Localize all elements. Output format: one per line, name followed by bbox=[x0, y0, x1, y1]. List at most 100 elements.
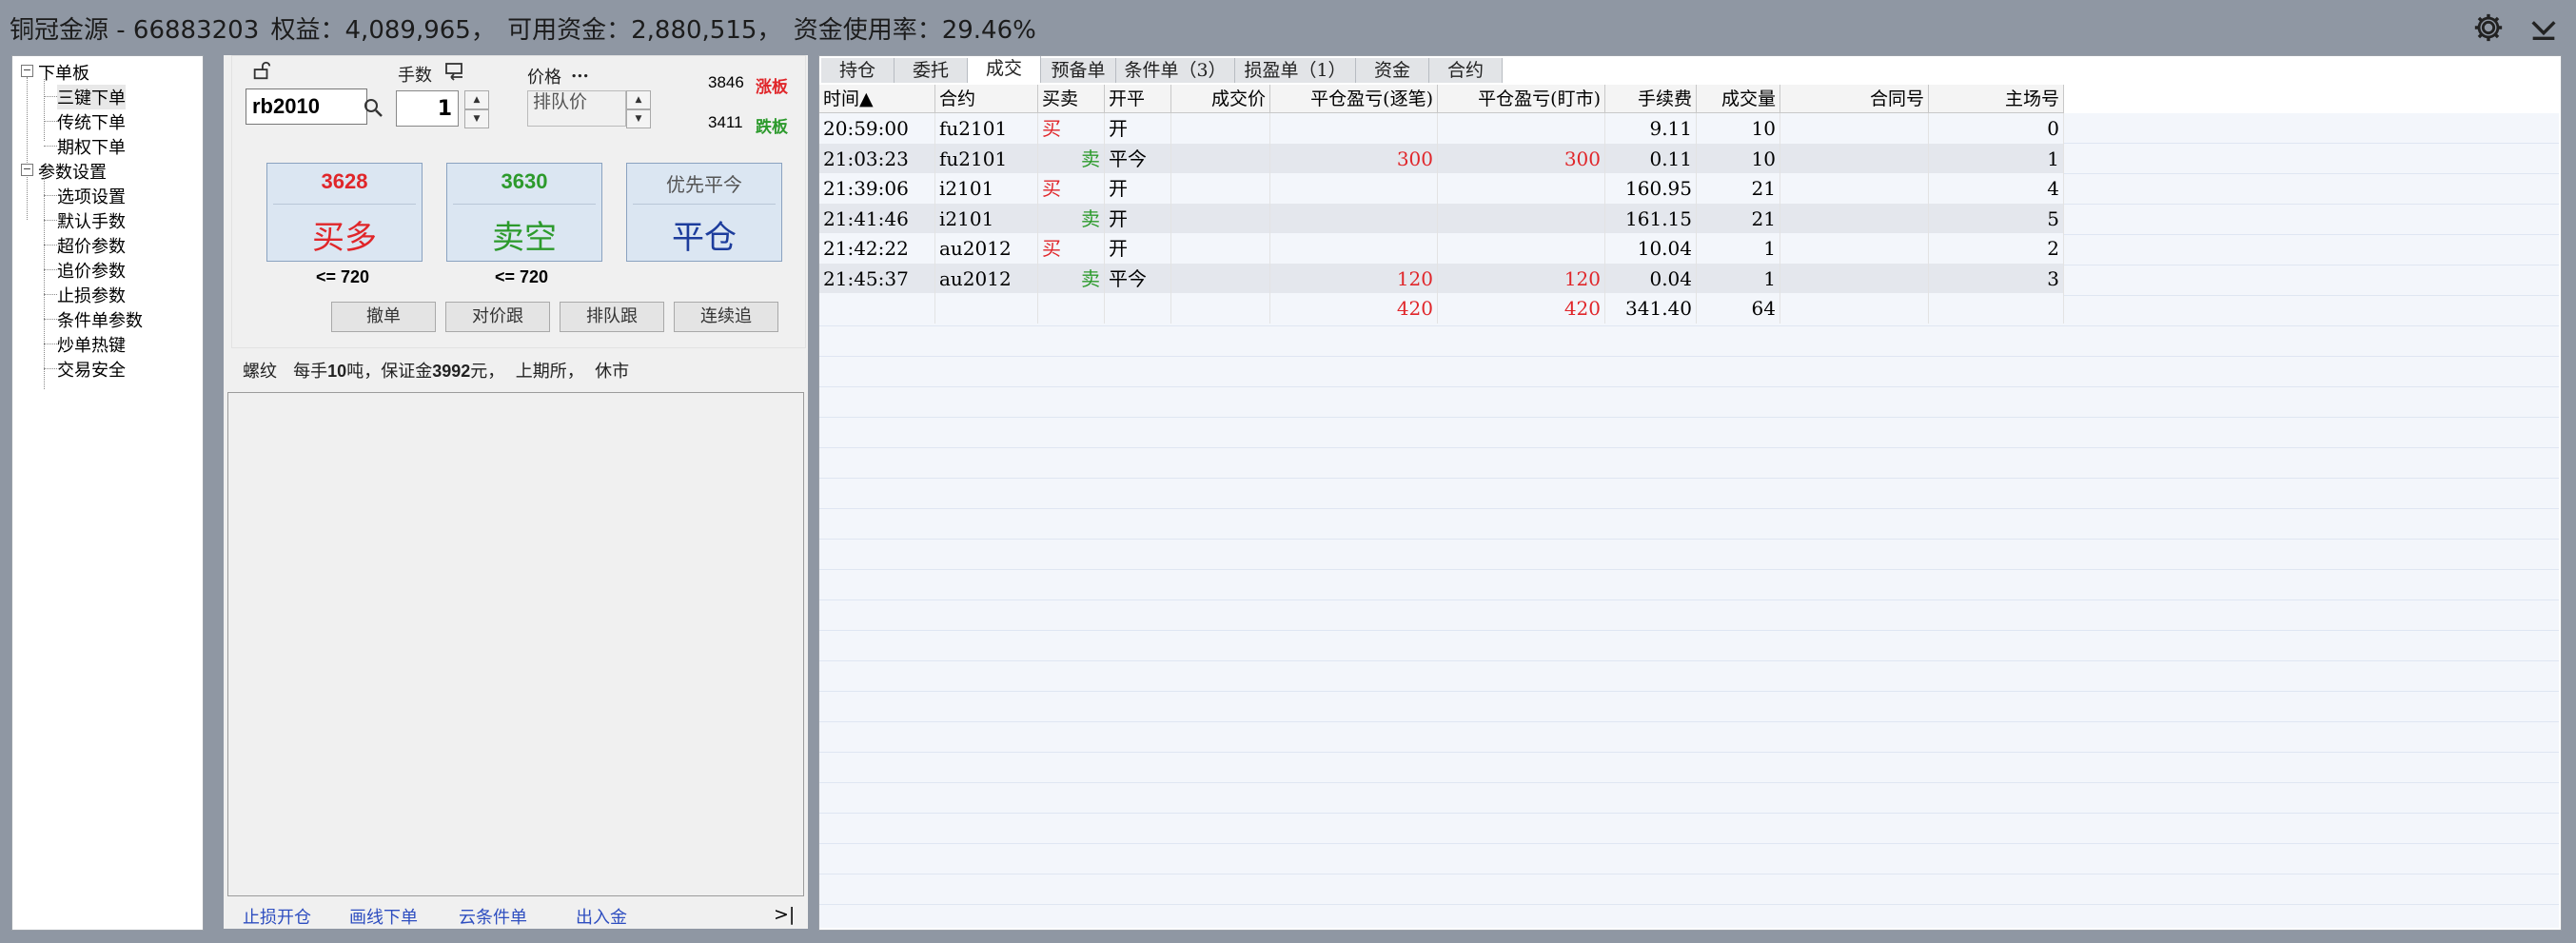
price-decrease-button[interactable]: ▼ bbox=[626, 109, 651, 128]
unit-prefix: 每手 bbox=[293, 362, 328, 382]
cell-side: 卖 bbox=[1038, 143, 1105, 174]
tab-prepared[interactable]: 预备单 bbox=[1041, 58, 1116, 83]
cancel-order-button[interactable]: 撤单 bbox=[331, 302, 436, 332]
cell-contract: i2101 bbox=[935, 203, 1038, 234]
contract-name: 螺纹 bbox=[243, 362, 277, 382]
cell-time: 21:39:06 bbox=[819, 173, 935, 204]
col-time[interactable]: 时间▲ bbox=[819, 85, 935, 113]
unit-suffix: 吨，保证金 bbox=[346, 362, 433, 382]
cell-exchange-id: 4 bbox=[1929, 173, 2064, 204]
col-pnl-trade[interactable]: 平仓盈亏(逐笔) bbox=[1270, 85, 1438, 113]
tree-item-trade-security[interactable]: 交易安全 bbox=[57, 357, 126, 382]
cell-time: 21:42:22 bbox=[819, 233, 935, 264]
col-contract[interactable]: 合约 bbox=[935, 85, 1038, 113]
cell-order-id bbox=[1780, 293, 1929, 324]
cell-order-id bbox=[1780, 173, 1929, 204]
buy-long-button[interactable]: 3628 买多 bbox=[266, 163, 423, 262]
cell-time: 21:41:46 bbox=[819, 203, 935, 234]
col-order-id[interactable]: 合同号 bbox=[1780, 85, 1929, 113]
tab-contracts[interactable]: 合约 bbox=[1429, 58, 1503, 83]
cell-pnl-trade: 420 bbox=[1270, 293, 1438, 324]
cell-pnl-mtm bbox=[1438, 233, 1605, 264]
follow-queue-price-button[interactable]: 排队跟 bbox=[560, 302, 664, 332]
tab-conditional[interactable]: 条件单（3） bbox=[1116, 58, 1235, 83]
cell-order-id bbox=[1780, 113, 1929, 144]
col-pnl-mtm[interactable]: 平仓盈亏(盯市) bbox=[1438, 85, 1605, 113]
swap-icon[interactable] bbox=[443, 62, 466, 81]
stop-loss-open-link[interactable]: 止损开仓 bbox=[243, 904, 311, 929]
cell-volume: 1 bbox=[1697, 233, 1780, 264]
tree-group-order-board[interactable]: 下单板 bbox=[38, 60, 89, 85]
cell-exchange-id bbox=[1929, 293, 2064, 324]
tab-orders[interactable]: 委托 bbox=[895, 58, 968, 83]
tree-item-conditional[interactable]: 条件单参数 bbox=[57, 307, 143, 332]
tree-item-traditional-order[interactable]: 传统下单 bbox=[57, 109, 126, 134]
cell-order-id bbox=[1780, 203, 1929, 234]
account-summary: 铜冠金源 - 66883203 权益：4,089,965， 可用资金：2,880… bbox=[10, 10, 1040, 46]
tree-item-option-order[interactable]: 期权下单 bbox=[57, 134, 126, 159]
unlock-icon[interactable] bbox=[251, 60, 272, 81]
tree-group-parameters[interactable]: 参数设置 bbox=[38, 159, 107, 184]
cell-open-close: 开 bbox=[1105, 173, 1171, 204]
cell-contract: au2012 bbox=[935, 263, 1038, 294]
gear-icon[interactable] bbox=[2472, 11, 2505, 44]
margin-suffix: 元， bbox=[470, 362, 505, 382]
close-position-label: 平仓 bbox=[672, 219, 737, 257]
order-entry-box: rb2010 手数 1 ▲ ▼ 价格 ... 排队价 ▲ ▼ 3846 涨板 3… bbox=[231, 55, 806, 348]
market-status: 休市 bbox=[595, 362, 630, 382]
tree-item-default-lots[interactable]: 默认手数 bbox=[57, 208, 126, 233]
col-exchange-id[interactable]: 主场号 bbox=[1929, 85, 2064, 113]
tree-item-hotkeys[interactable]: 炒单热键 bbox=[57, 332, 126, 357]
tree-item-overprice[interactable]: 超价参数 bbox=[57, 233, 126, 258]
cloud-conditional-link[interactable]: 云条件单 bbox=[459, 904, 527, 929]
lots-decrease-button[interactable]: ▼ bbox=[464, 109, 489, 128]
skip-end-icon[interactable]: >| bbox=[774, 904, 795, 925]
trade-records-panel: 持仓 委托 成交 预备单 条件单（3） 损盈单（1） 资金 合约 时间▲ 合约 … bbox=[818, 55, 2562, 931]
cell-fee: 161.15 bbox=[1605, 203, 1697, 234]
cell-volume: 21 bbox=[1697, 173, 1780, 204]
search-icon[interactable] bbox=[362, 96, 384, 119]
lots-input[interactable]: 1 bbox=[396, 90, 459, 127]
col-volume[interactable]: 成交量 bbox=[1697, 85, 1780, 113]
cell-side: 卖 bbox=[1038, 203, 1105, 234]
cell-volume: 1 bbox=[1697, 263, 1780, 294]
account-name: 铜冠金源 - 66883203 bbox=[10, 16, 260, 45]
continuous-chase-button[interactable]: 连续追 bbox=[674, 302, 778, 332]
equity-text: 权益：4,089,965， bbox=[270, 16, 496, 45]
chart-area bbox=[227, 392, 804, 896]
cell-exchange-id: 0 bbox=[1929, 113, 2064, 144]
price-input[interactable]: 排队价 bbox=[527, 90, 626, 127]
col-open-close[interactable]: 开平 bbox=[1105, 85, 1171, 113]
buy-long-label: 买多 bbox=[312, 219, 377, 257]
col-price[interactable]: 成交价 bbox=[1171, 85, 1270, 113]
tree-item-three-key-order[interactable]: 三键下单 bbox=[57, 85, 126, 109]
chevron-down-icon[interactable] bbox=[2527, 11, 2560, 44]
symbol-input[interactable]: rb2010 bbox=[246, 88, 367, 125]
tree-item-chase-price[interactable]: 追价参数 bbox=[57, 258, 126, 283]
tree-item-options[interactable]: 选项设置 bbox=[57, 184, 126, 208]
available-funds-text: 可用资金：2,880,515， bbox=[507, 16, 782, 45]
col-side[interactable]: 买卖 bbox=[1038, 85, 1105, 113]
tree-item-stop-loss[interactable]: 止损参数 bbox=[57, 283, 126, 307]
tab-funds[interactable]: 资金 bbox=[1356, 58, 1429, 83]
tab-stop-profit[interactable]: 损盈单（1） bbox=[1235, 58, 1356, 83]
tab-positions[interactable]: 持仓 bbox=[821, 58, 895, 83]
cell-volume: 64 bbox=[1697, 293, 1780, 324]
price-more-button[interactable]: ... bbox=[571, 62, 589, 82]
cell-open-close: 开 bbox=[1105, 233, 1171, 264]
collapse-toggle-icon[interactable]: − bbox=[21, 65, 33, 77]
cell-pnl-mtm: 420 bbox=[1438, 293, 1605, 324]
tab-trades[interactable]: 成交 bbox=[968, 56, 1041, 83]
close-position-button[interactable]: 优先平今 平仓 bbox=[626, 163, 782, 262]
follow-counter-price-button[interactable]: 对价跟 bbox=[445, 302, 550, 332]
col-fee[interactable]: 手续费 bbox=[1605, 85, 1697, 113]
cell-pnl-mtm bbox=[1438, 173, 1605, 204]
deposit-withdraw-link[interactable]: 出入金 bbox=[576, 904, 627, 929]
collapse-toggle-icon[interactable]: − bbox=[21, 164, 33, 176]
lots-increase-button[interactable]: ▲ bbox=[464, 90, 489, 109]
line-order-link[interactable]: 画线下单 bbox=[349, 904, 418, 929]
sell-short-button[interactable]: 3630 卖空 bbox=[446, 163, 602, 262]
cell-volume: 21 bbox=[1697, 203, 1780, 234]
price-increase-button[interactable]: ▲ bbox=[626, 90, 651, 109]
cell-open-close: 平今 bbox=[1105, 263, 1171, 294]
